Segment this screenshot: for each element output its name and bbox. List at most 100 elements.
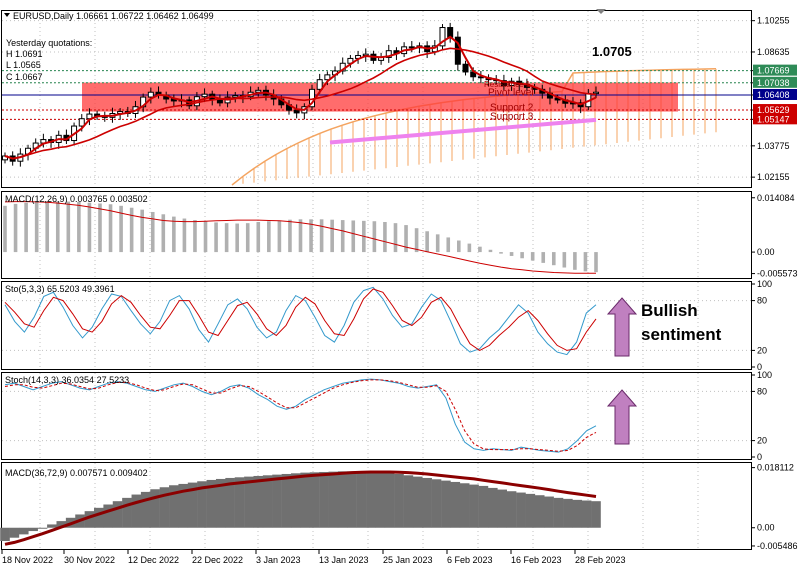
- macd-bar: [140, 209, 144, 253]
- candle: [408, 46, 415, 49]
- macd-bar: [351, 220, 356, 253]
- macd2-bar: [47, 524, 57, 528]
- macd-axis-label: 0.014084: [757, 193, 795, 203]
- macd-title: MACD(12,26,9) 0.003765 0.003502: [5, 194, 148, 204]
- macd-bar: [193, 220, 197, 253]
- sto-title: Sto(5,3,3) 65.5203 49.3961: [5, 284, 115, 294]
- stoch-axis-label: 100: [757, 279, 772, 289]
- macd2-bar: [534, 495, 545, 528]
- macd-axis-label: -0.005573: [757, 269, 798, 279]
- macd-bar: [583, 252, 588, 272]
- candle: [147, 91, 154, 98]
- macd2-bar: [412, 476, 423, 528]
- macd-bar: [520, 252, 524, 259]
- macd-bar: [383, 222, 387, 253]
- yesterday-low: L 1.0565: [6, 60, 41, 70]
- candle: [232, 95, 239, 98]
- macd2-bar: [272, 474, 282, 528]
- candle: [593, 91, 599, 95]
- stoch-axis-label: 80: [757, 296, 767, 306]
- macd2-bar: [431, 479, 442, 528]
- macd2-bar: [112, 501, 123, 528]
- support3-label: Support 3: [490, 111, 534, 122]
- macd-bar: [214, 222, 218, 253]
- macd-bar: [55, 201, 60, 253]
- macd-bar: [3, 205, 7, 253]
- macd-bar: [446, 237, 451, 253]
- yesterday-high: H 1.0691: [6, 49, 43, 59]
- date-label: 30 Nov 2022: [64, 555, 115, 565]
- macd2-bar: [450, 481, 461, 528]
- macd2-bar: [281, 473, 292, 528]
- macd2-bar: [0, 527, 10, 542]
- macd-bar: [298, 219, 303, 253]
- macd-bar: [235, 223, 239, 253]
- macd-bar: [277, 220, 282, 253]
- date-label: 28 Feb 2023: [575, 555, 626, 565]
- macd-bar: [87, 202, 92, 253]
- macd2-bar: [525, 493, 536, 528]
- macd2-bar: [9, 527, 20, 538]
- macd-bar: [98, 203, 102, 253]
- macd-bar: [562, 252, 567, 268]
- macd2-bar: [506, 491, 517, 528]
- stoch-title: Stoch(14,3,3) 36.0354 27.5233: [5, 375, 129, 385]
- macd-bar: [224, 223, 229, 253]
- macd2-bar: [234, 477, 245, 528]
- price-label: 1.03775: [757, 141, 790, 151]
- macd2-bar: [356, 471, 367, 528]
- macd2-bar: [459, 483, 470, 528]
- macd2-bar: [347, 471, 357, 528]
- date-label: 3 Jan 2023: [256, 555, 301, 565]
- macd2-bar: [122, 497, 132, 528]
- macd2-bar: [403, 475, 414, 528]
- macd-bar: [488, 249, 493, 253]
- macd-bar: [150, 211, 155, 253]
- candle: [293, 109, 300, 114]
- macd-bar: [66, 201, 71, 253]
- macd-bar: [551, 252, 556, 266]
- date-label: 16 Feb 2023: [511, 555, 562, 565]
- macd-bar: [372, 221, 377, 253]
- macd2-bar: [262, 475, 273, 528]
- macd-bar: [288, 219, 292, 253]
- macd-axis-label: 0.00: [757, 247, 775, 257]
- macd-bar: [45, 201, 50, 253]
- macd2-bar: [244, 476, 254, 528]
- macd2-bar: [103, 504, 113, 528]
- macd-bar: [256, 222, 261, 253]
- yesterday-close: C 1.0667: [6, 72, 43, 82]
- stoch-axis-label: 100: [757, 370, 772, 380]
- macd-bar: [509, 252, 514, 256]
- macd-bar: [129, 207, 134, 253]
- macd2-bar: [497, 489, 507, 528]
- stoch-axis-label: 20: [757, 345, 767, 355]
- macd2-axis-label: 0.018112: [757, 463, 794, 473]
- macd2-bar: [328, 471, 339, 528]
- macd-bar: [499, 252, 503, 254]
- macd2-bar: [94, 507, 104, 528]
- price-label: 1.02155: [757, 172, 790, 182]
- macd-bar: [24, 202, 28, 253]
- macd-bar: [467, 243, 472, 253]
- macd2-bar: [253, 475, 264, 528]
- pivot-label: Pivot level: [488, 88, 534, 99]
- symbol-header: EURUSD,Daily 1.06661 1.06722 1.06462 1.0…: [13, 11, 214, 21]
- date-label: 25 Jan 2023: [383, 555, 433, 565]
- macd2-bar: [563, 498, 573, 528]
- macd2-bar: [488, 487, 498, 528]
- macd2-bar: [319, 471, 329, 528]
- yesterday-title: Yesterday quotations:: [6, 38, 92, 48]
- level-annotation: 1.0705: [592, 44, 632, 59]
- macd2-bar: [384, 472, 395, 528]
- macd2-axis-label: 0.00: [757, 523, 775, 533]
- macd2-bar: [300, 472, 310, 528]
- macd-bar: [182, 218, 187, 253]
- stoch-axis-label: 20: [757, 436, 767, 446]
- macd-bar: [330, 219, 334, 253]
- price-label: 1.05147: [757, 114, 790, 124]
- resistance-label: Resistance 1: [484, 80, 531, 89]
- macd2-title: MACD(36,72,9) 0.007571 0.009402: [5, 468, 148, 478]
- macd-bar: [425, 231, 429, 253]
- macd-bar: [203, 221, 208, 253]
